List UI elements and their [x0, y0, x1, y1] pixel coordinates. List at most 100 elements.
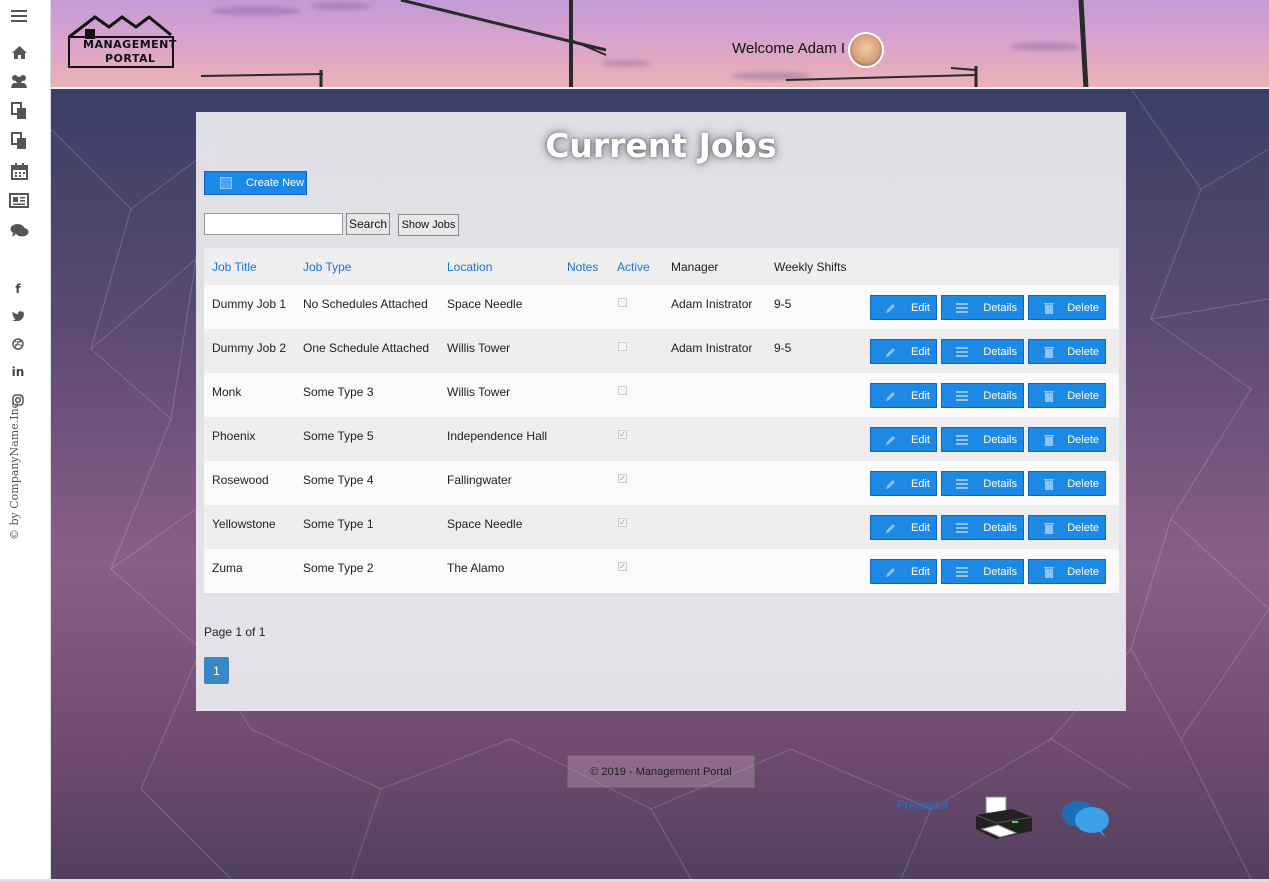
content-panel: Current Jobs Create New Search Show Jobs… — [196, 112, 1126, 711]
edit-button[interactable]: Edit — [870, 471, 937, 496]
details-button[interactable]: Details — [941, 427, 1024, 452]
delete-button[interactable]: Delete — [1028, 383, 1106, 408]
cell-manager: Adam Inistrator — [671, 297, 753, 311]
logo-text-line1: MANAGEMENT — [83, 38, 177, 51]
cell-job-type: Some Type 5 — [303, 429, 374, 443]
printer-icon[interactable] — [972, 795, 1034, 845]
avatar[interactable] — [848, 32, 884, 68]
pencil-icon — [886, 435, 895, 445]
sidebar-copyright: © by CompanyName.Inc — [8, 402, 21, 540]
delete-button[interactable]: Delete — [1028, 559, 1106, 584]
comments-icon[interactable] — [9, 221, 29, 241]
details-label: Details — [983, 522, 1017, 534]
edit-button[interactable]: Edit — [870, 339, 937, 364]
cell-location: Space Needle — [447, 517, 523, 531]
active-checkbox — [618, 342, 627, 351]
delete-button[interactable]: Delete — [1028, 339, 1106, 364]
details-button[interactable]: Details — [941, 559, 1024, 584]
delete-button[interactable]: Delete — [1028, 515, 1106, 540]
linkedin-icon[interactable]: in — [11, 365, 25, 379]
active-checkbox: ✓ — [618, 562, 627, 571]
chat-bubbles-icon[interactable] — [1060, 798, 1112, 840]
trash-icon — [1044, 566, 1054, 578]
trash-icon — [1044, 522, 1054, 534]
edit-button[interactable]: Edit — [870, 383, 937, 408]
list-icon — [956, 478, 968, 489]
header-location[interactable]: Location — [447, 260, 492, 274]
page-button-1[interactable]: 1 — [204, 657, 229, 684]
edit-button[interactable]: Edit — [870, 515, 937, 540]
menu-icon[interactable] — [9, 6, 29, 26]
details-label: Details — [983, 302, 1017, 314]
details-label: Details — [983, 478, 1017, 490]
plus-square-icon — [220, 177, 232, 189]
edit-label: Edit — [911, 390, 930, 402]
show-jobs-button[interactable]: Show Jobs — [398, 214, 459, 236]
preloader-link[interactable]: Preloader — [897, 798, 949, 812]
home-icon[interactable] — [9, 42, 29, 62]
edit-label: Edit — [911, 478, 930, 490]
table-row: Dummy Job 2 One Schedule Attached Willis T… — [204, 329, 1119, 373]
details-label: Details — [983, 346, 1017, 358]
edit-label: Edit — [911, 434, 930, 446]
header-active[interactable]: Active — [617, 260, 650, 274]
delete-label: Delete — [1067, 434, 1099, 446]
pagination-info: Page 1 of 1 — [204, 625, 266, 639]
cell-job-type: Some Type 2 — [303, 561, 374, 575]
header-job-type[interactable]: Job Type — [303, 260, 351, 274]
calendar-icon[interactable] — [9, 161, 29, 181]
trash-icon — [1044, 346, 1054, 358]
files-icon[interactable] — [9, 131, 29, 151]
footer-text: © 2019 - Management Portal — [590, 765, 732, 778]
users-icon[interactable] — [9, 71, 29, 91]
cell-job-title: Dummy Job 1 — [212, 297, 287, 311]
delete-label: Delete — [1067, 566, 1099, 578]
delete-label: Delete — [1067, 346, 1099, 358]
header-notes[interactable]: Notes — [567, 260, 598, 274]
table-row: Yellowstone Some Type 1 Space Needle ✓ Edit D… — [204, 505, 1119, 549]
search-input[interactable] — [204, 213, 343, 235]
cell-location: Willis Tower — [447, 341, 511, 355]
delete-button[interactable]: Delete — [1028, 471, 1106, 496]
cell-weekly-shifts: 9-5 — [774, 297, 792, 311]
cell-job-title: Phoenix — [212, 429, 256, 443]
trash-icon — [1044, 302, 1054, 314]
cell-location: Space Needle — [447, 297, 523, 311]
header-job-title[interactable]: Job Title — [212, 260, 257, 274]
twitter-icon[interactable] — [11, 309, 25, 323]
details-button[interactable]: Details — [941, 471, 1024, 496]
list-icon — [956, 390, 968, 401]
newspaper-icon[interactable] — [9, 190, 29, 210]
cell-job-type: No Schedules Attached — [303, 297, 428, 311]
delete-button[interactable]: Delete — [1028, 295, 1106, 320]
cell-weekly-shifts: 9-5 — [774, 341, 792, 355]
active-checkbox: ✓ — [618, 518, 627, 527]
edit-label: Edit — [911, 346, 930, 358]
dribbble-icon[interactable] — [11, 337, 25, 351]
details-button[interactable]: Details — [941, 295, 1024, 320]
search-button[interactable]: Search — [346, 213, 390, 235]
copy-icon[interactable] — [9, 101, 29, 121]
create-new-label: Create New — [246, 177, 305, 189]
active-checkbox: ✓ — [618, 474, 627, 483]
cell-job-type: Some Type 3 — [303, 385, 374, 399]
facebook-icon[interactable]: f — [11, 282, 25, 296]
details-button[interactable]: Details — [941, 515, 1024, 540]
pencil-icon — [886, 567, 895, 577]
edit-button[interactable]: Edit — [870, 295, 937, 320]
edit-button[interactable]: Edit — [870, 559, 937, 584]
table-header: Job Title Job Type Location Notes Active… — [204, 248, 1119, 285]
edit-button[interactable]: Edit — [870, 427, 937, 452]
details-button[interactable]: Details — [941, 383, 1024, 408]
details-button[interactable]: Details — [941, 339, 1024, 364]
list-icon — [956, 566, 968, 577]
welcome-text[interactable]: Welcome Adam I — [732, 40, 845, 57]
delete-button[interactable]: Delete — [1028, 427, 1106, 452]
cell-job-title: Rosewood — [212, 473, 269, 487]
table-row: Monk Some Type 3 Willis Tower Edit Details De… — [204, 373, 1119, 417]
cell-job-title: Dummy Job 2 — [212, 341, 287, 355]
create-new-button[interactable]: Create New — [204, 171, 307, 195]
table-row: Dummy Job 1 No Schedules Attached Space Ne… — [204, 285, 1119, 329]
trash-icon — [1044, 434, 1054, 446]
table-row: Zuma Some Type 2 The Alamo ✓ Edit Details Dele… — [204, 549, 1119, 593]
